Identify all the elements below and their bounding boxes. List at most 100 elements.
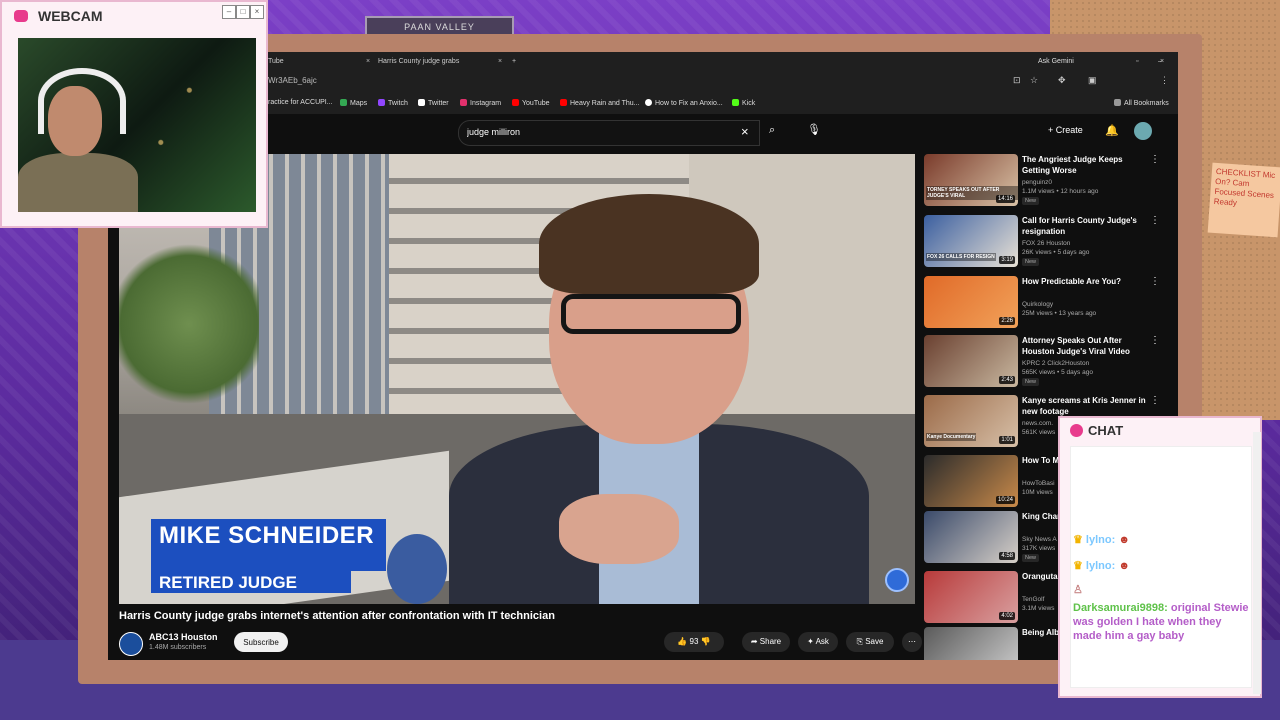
chat-username: Darksamurai9898: [1073, 602, 1168, 614]
more-icon[interactable]: ⋯ [902, 632, 922, 652]
recommended-video[interactable]: FOX 26 CALLS FOR RESIGN 3:19 Call for Harr… [924, 215, 1164, 271]
bookmark-youtube[interactable]: YouTube [512, 99, 550, 107]
more-icon[interactable]: ⋮ [1150, 335, 1160, 346]
recommended-title[interactable]: Call for Harris County Judge's resignati… [1022, 215, 1147, 237]
abc13-watermark-icon [885, 568, 909, 592]
bookmark-maps[interactable]: Maps [340, 99, 367, 107]
bookmark-instagram[interactable]: Instagram [460, 99, 501, 107]
video-thumbnail[interactable]: TORNEY SPEAKS OUT AFTER JUDGE'S VIRAL 14:… [924, 154, 1018, 206]
maps-icon [340, 99, 347, 106]
avatar[interactable] [1134, 122, 1152, 140]
close-icon[interactable]: × [250, 5, 264, 19]
tab-harris-county[interactable]: Harris County judge grabs × [378, 54, 502, 70]
recommended-meta: 25M views • 13 years ago [1022, 310, 1097, 317]
mic-icon[interactable]: 🎙 [807, 123, 821, 136]
video-title: Harris County judge grabs internet's att… [119, 610, 555, 622]
close-icon[interactable]: × [366, 54, 370, 70]
save-button[interactable]: ⎘ Save [846, 632, 894, 652]
video-thumbnail[interactable]: 4:02 [924, 571, 1018, 623]
video-thumbnail[interactable]: 10:24 [924, 455, 1018, 507]
chat-title: CHAT [1088, 423, 1124, 438]
maximize-icon[interactable]: □ [236, 5, 250, 19]
recommended-title[interactable]: Kanye screams at Kris Jenner in new foot… [1022, 395, 1147, 417]
chat-message: Darksamurai9898: original Stewie was gol… [1073, 601, 1249, 643]
video-thumbnail[interactable]: 2:26 [924, 276, 1018, 328]
video-duration: 2:43 [999, 376, 1015, 384]
recommended-title[interactable]: The Angriest Judge Keeps Getting Worse [1022, 154, 1147, 176]
lower-third: MIKE SCHNEIDER RETIRED JUDGE [151, 519, 386, 593]
headphones [38, 68, 126, 134]
address-bar[interactable]: Wr3AEb_6ajc ⊡ ☆ ✥ ▣ ⋮ [108, 70, 1178, 94]
chat-message: ♛ lylno: ☻ [1073, 533, 1130, 547]
chat-scrollbar[interactable] [1253, 432, 1261, 694]
hair [539, 194, 759, 294]
bell-icon[interactable]: 🔔 [1105, 124, 1119, 137]
channel-name[interactable]: ABC13 Houston [149, 632, 218, 642]
recommended-channel: FOX 26 Houston [1022, 240, 1071, 247]
search-icon[interactable]: ⌕ [769, 124, 775, 137]
thumbnail-caption: Kanye Documentary [926, 433, 977, 441]
video-thumbnail[interactable]: 2:43 [924, 335, 1018, 387]
more-icon[interactable]: ⋮ [1150, 215, 1160, 226]
recommended-channel: penguinz0 [1022, 179, 1052, 186]
thumbs-up-icon[interactable]: 👍 [677, 637, 689, 646]
recommended-video[interactable]: TORNEY SPEAKS OUT AFTER JUDGE'S VIRAL 14:… [924, 154, 1164, 210]
bookmark-twitter[interactable]: Twitter [418, 99, 449, 107]
crown-icon: ♛ [1073, 560, 1086, 572]
close-icon[interactable]: × [498, 54, 502, 70]
bookmark-accupi[interactable]: ractice for ACCUPI... [268, 99, 333, 106]
close-window-icon[interactable]: × [1160, 54, 1164, 70]
recommended-video[interactable]: 2:43 Attorney Speaks Out After Houston Ju… [924, 335, 1164, 391]
more-icon[interactable]: ⋮ [1150, 276, 1160, 287]
bookmark-anxiety[interactable]: How to Fix an Anxio... [645, 99, 723, 107]
recommended-channel: Sky News A [1022, 536, 1057, 543]
like-dislike-group: 👍 93 👎 [664, 632, 724, 652]
more-icon[interactable]: ⋮ [1150, 154, 1160, 165]
video-thumbnail[interactable]: 4:58 [924, 511, 1018, 563]
url-text: Wr3AEb_6ajc [268, 76, 317, 85]
video-thumbnail[interactable] [924, 627, 1018, 660]
search-input[interactable] [465, 126, 739, 138]
thumbs-down-icon[interactable]: 👎 [701, 637, 711, 646]
menu-icon[interactable]: ⋮ [1160, 75, 1169, 86]
tree [119, 234, 259, 414]
bookmark-heavy-rain[interactable]: Heavy Rain and Thu... [560, 99, 640, 107]
star-icon[interactable]: ☆ [1030, 75, 1038, 86]
create-button[interactable]: + Create [1048, 125, 1083, 135]
badge-icon: ♙ [1073, 584, 1083, 596]
restore-icon[interactable]: ▫ [1136, 54, 1138, 70]
like-count: 93 [689, 637, 699, 646]
webcam-window: WEBCAM – □ × [0, 0, 268, 228]
video-duration: 4:58 [999, 552, 1015, 560]
tab-youtube[interactable]: Tube × [268, 54, 370, 70]
checklist-note: CHECKLIST Mic On? Cam Focused Scenes Rea… [1207, 162, 1280, 238]
media-icon[interactable]: ▣ [1088, 75, 1097, 86]
install-icon[interactable]: ⊡ [1013, 75, 1021, 86]
recommended-title[interactable]: How Predictable Are You? [1022, 276, 1147, 287]
bookmark-kick[interactable]: Kick [732, 99, 755, 107]
recommended-title[interactable]: Attorney Speaks Out After Houston Judge'… [1022, 335, 1147, 357]
video-thumbnail[interactable]: Kanye Documentary 1:01 [924, 395, 1018, 447]
video-thumbnail[interactable]: FOX 26 CALLS FOR RESIGN 3:19 [924, 215, 1018, 267]
minimize-icon[interactable]: – [222, 5, 236, 19]
bookmark-twitch[interactable]: Twitch [378, 99, 408, 107]
clear-search-icon[interactable]: × [741, 124, 749, 139]
recommended-video[interactable]: 2:26 How Predictable Are You? Quirkology 25… [924, 276, 1164, 332]
channel-avatar[interactable] [119, 632, 143, 656]
subscribe-button[interactable]: Subscribe [234, 632, 288, 652]
extensions-icon[interactable]: ✥ [1058, 75, 1066, 86]
webcam-feed [18, 38, 256, 212]
search-box[interactable]: × [458, 120, 760, 146]
chat-bubble-icon [1070, 424, 1083, 437]
ask-gemini-button[interactable]: Ask Gemini [1038, 54, 1074, 70]
new-tab-button[interactable]: + [512, 54, 516, 70]
crown-icon: ♛ [1073, 534, 1086, 546]
chat-messages: ♛ lylno: ☻ ♛ lylno: ☻ ♙ Darksamurai9898:… [1070, 446, 1252, 688]
plus-icon: + [1048, 125, 1056, 135]
share-button[interactable]: ➦ Share [742, 632, 790, 652]
video-duration: 3:19 [999, 256, 1015, 264]
all-bookmarks[interactable]: All Bookmarks [1114, 99, 1169, 107]
ask-button[interactable]: ✦ Ask [798, 632, 838, 652]
lower-third-name: MIKE SCHNEIDER [159, 522, 375, 549]
more-icon[interactable]: ⋮ [1150, 395, 1160, 406]
